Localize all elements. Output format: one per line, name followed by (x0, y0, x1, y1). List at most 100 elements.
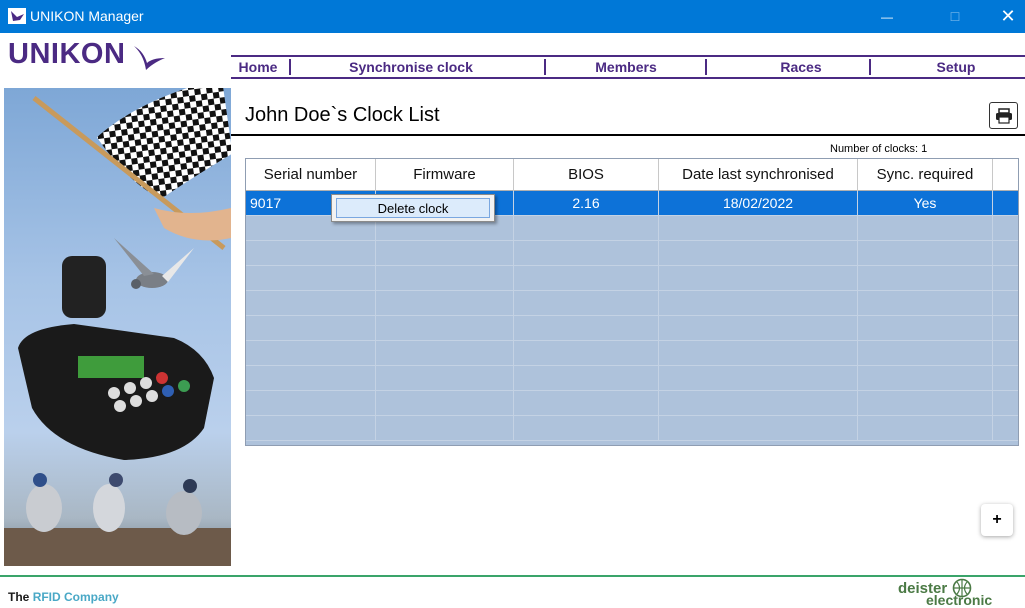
footer-divider (0, 575, 1025, 577)
table-cell (858, 416, 993, 440)
maximize-button[interactable]: ☐ (932, 0, 978, 33)
context-menu: Delete clock (331, 194, 495, 222)
table-cell (659, 266, 858, 290)
table-cell (858, 266, 993, 290)
checkered-flag (96, 88, 231, 199)
table-cell (246, 291, 376, 315)
table-row[interactable] (246, 391, 1018, 416)
table-cell (514, 391, 659, 415)
table-cell (858, 341, 993, 365)
table-row[interactable] (246, 366, 1018, 391)
decorative-art-panel (4, 88, 231, 566)
table-cell (514, 341, 659, 365)
table-cell (659, 341, 858, 365)
unikon-bird-icon (134, 46, 165, 70)
table-row[interactable] (246, 266, 1018, 291)
table-cell (376, 341, 514, 365)
table-cell (246, 241, 376, 265)
table-cell (514, 316, 659, 340)
table-cell (659, 241, 858, 265)
page-title: John Doe`s Clock List (245, 104, 440, 126)
table-cell (514, 241, 659, 265)
tagline-prefix: The (8, 590, 30, 604)
table-cell (514, 266, 659, 290)
tagline-accent: RFID Company (32, 590, 119, 604)
nav-divider (705, 59, 707, 75)
nav-divider (544, 59, 546, 75)
table-cell (246, 266, 376, 290)
cell-sync: Yes (858, 191, 993, 215)
table-cell (376, 416, 514, 440)
column-header-sync[interactable]: Sync. required (858, 159, 993, 191)
table-row[interactable] (246, 316, 1018, 341)
table-cell (246, 341, 376, 365)
app-icon (8, 8, 26, 24)
table-cell (659, 416, 858, 440)
table-cell (246, 391, 376, 415)
table-row[interactable] (246, 291, 1018, 316)
table-cell (376, 366, 514, 390)
cell-date: 18/02/2022 (659, 191, 858, 215)
column-header-serial[interactable]: Serial number (246, 159, 376, 191)
title-underline (231, 134, 1025, 136)
window-titlebar: UNIKON Manager — ☐ ✕ (0, 0, 1025, 33)
main-nav: Home Synchronise clock Members Races Set… (231, 55, 1025, 79)
maximize-icon: ☐ (949, 9, 961, 24)
table-cell (659, 366, 858, 390)
plus-icon: + (992, 511, 1002, 528)
nav-members[interactable]: Members (561, 57, 691, 77)
table-cell (514, 366, 659, 390)
nav-synchronise-clock[interactable]: Synchronise clock (311, 57, 511, 77)
flying-pigeon (114, 238, 194, 289)
nav-divider (869, 59, 871, 75)
pigeon-racing-illustration (4, 88, 231, 566)
table-cell (659, 291, 858, 315)
table-cell (858, 291, 993, 315)
table-cell (858, 241, 993, 265)
arm (154, 208, 231, 241)
column-header-firmware[interactable]: Firmware (376, 159, 514, 191)
nav-home[interactable]: Home (233, 57, 283, 77)
table-cell (514, 416, 659, 440)
table-cell (514, 216, 659, 240)
company-tagline: The RFID Company (8, 590, 119, 604)
table-row[interactable] (246, 241, 1018, 266)
table-cell (858, 366, 993, 390)
minimize-icon: — (881, 9, 893, 24)
table-row[interactable] (246, 341, 1018, 366)
window-title: UNIKON Manager (30, 8, 144, 24)
table-row[interactable] (246, 416, 1018, 441)
pigeons-on-roof (4, 473, 231, 566)
table-cell (376, 266, 514, 290)
clock-count: Number of clocks: 1 (830, 143, 928, 155)
table-cell (858, 391, 993, 415)
table-cell (659, 391, 858, 415)
table-cell (858, 216, 993, 240)
unikon-logo: UNIKON (8, 38, 188, 84)
close-icon: ✕ (1000, 6, 1016, 26)
add-clock-button[interactable]: + (981, 504, 1013, 536)
table-header: Serial number Firmware BIOS Date last sy… (246, 159, 1018, 191)
deister-electronic-logo: deister electronic (898, 578, 1018, 608)
nav-divider (289, 59, 291, 75)
minimize-button[interactable]: — (864, 0, 910, 33)
column-header-bios[interactable]: BIOS (514, 159, 659, 191)
nav-setup[interactable]: Setup (891, 57, 1021, 77)
print-button[interactable] (989, 102, 1018, 129)
electronic-text: electronic (926, 592, 993, 608)
delete-clock-menu-item[interactable]: Delete clock (336, 198, 490, 218)
column-header-date[interactable]: Date last synchronised (659, 159, 858, 191)
table-cell (246, 366, 376, 390)
table-cell (514, 291, 659, 315)
table-cell (376, 391, 514, 415)
cell-bios: 2.16 (514, 191, 659, 215)
close-button[interactable]: ✕ (985, 0, 1025, 33)
printer-icon (995, 107, 1012, 124)
table-cell (858, 316, 993, 340)
pigeon-clock-device (18, 256, 214, 460)
nav-races[interactable]: Races (731, 57, 871, 77)
table-cell (659, 216, 858, 240)
table-cell (376, 291, 514, 315)
table-cell (246, 316, 376, 340)
table-cell (246, 416, 376, 440)
